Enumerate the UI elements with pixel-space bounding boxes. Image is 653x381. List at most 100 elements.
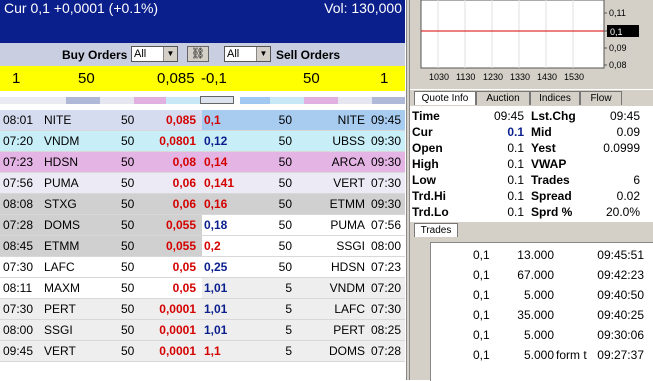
bid-size: 50: [121, 197, 135, 211]
bid-size: 50: [78, 70, 95, 87]
level-swatch: [134, 97, 166, 104]
ask-market-maker: PUMA: [330, 218, 365, 232]
ask-time: 07:30: [370, 302, 401, 316]
order-book-row[interactable]: 08:45 ETMM 50 0,055 0,2 50 SSGI 08:00: [0, 236, 405, 257]
ask-price: 0,18: [204, 218, 228, 232]
ask-market-maker: UBSS: [332, 134, 365, 148]
bid-time: 08:11: [3, 281, 33, 295]
current-price-marker-label: 0,1: [610, 27, 623, 37]
ask-price: 0,25: [204, 260, 228, 274]
bid-count: 1: [12, 70, 21, 87]
quote-label: Yest: [531, 141, 556, 155]
ask-market-maker: HDSN: [330, 260, 365, 274]
level-swatch: [270, 97, 304, 104]
sell-filter-value: All: [227, 48, 240, 60]
tab-indices[interactable]: Indices: [530, 91, 580, 105]
link-chain-icon[interactable]: ⛓: [187, 46, 209, 62]
x-tick-label: 1530: [564, 72, 584, 82]
quote-label: Sprd %: [531, 205, 573, 219]
ask-market-maker: PERT: [333, 323, 365, 337]
ask-cell-group: 1,01 5 VNDM 07:20: [202, 278, 405, 298]
level-swatch: [0, 97, 66, 104]
trade-price: 0,1: [473, 328, 490, 342]
quote-label: Trades: [531, 173, 570, 187]
level-swatch: [166, 97, 200, 104]
level-swatch: [240, 97, 270, 104]
quote-info-row: Trd.Lo 0.1 Sprd % 20.0%: [410, 204, 653, 220]
plot-area: [420, 0, 605, 69]
bid-price: 0,0801: [159, 134, 196, 148]
bid-size: 50: [121, 260, 135, 274]
ask-time: 08:00: [370, 239, 401, 253]
x-tick-label: 1330: [510, 72, 530, 82]
ask-cell-group: 0,2 50 SSGI 08:00: [202, 236, 405, 256]
order-book-row[interactable]: 09:45 VERT 50 0,0001 1,1 5 DOMS 07:28: [0, 341, 405, 362]
ask-cell-group: 0,16 50 ETMM 09:30: [202, 194, 405, 214]
ask-market-maker: VNDM: [329, 281, 365, 295]
bid-cell-group: 07:20 VNDM 50 0,0801: [0, 131, 202, 151]
bid-size: 50: [121, 134, 135, 148]
ask-cell-group: 0,12 50 UBSS 09:30: [202, 131, 405, 151]
order-book-row[interactable]: 07:30 LAFC 50 0,05 0,25 50 HDSN 07:23: [0, 257, 405, 278]
quote-header: Cur 0,1 +0,0001 (+0.1%) Vol: 130,000: [0, 0, 405, 43]
bid-time: 08:08: [3, 197, 34, 211]
quote-value: 0.0999: [603, 141, 640, 155]
bid-cell-group: 07:28 DOMS 50 0,055: [0, 215, 202, 235]
tab-quote-info[interactable]: Quote Info: [414, 91, 476, 105]
order-book-row[interactable]: 07:20 VNDM 50 0,0801 0,12 50 UBSS 09:30: [0, 131, 405, 152]
bid-cell-group: 08:11 MAXM 50 0,05: [0, 278, 202, 298]
bid-time: 07:30: [3, 302, 34, 316]
bid-time: 07:30: [3, 260, 34, 274]
order-book-row[interactable]: 07:56 PUMA 50 0,06 0,141 50 VERT 07:30: [0, 173, 405, 194]
bid-price: 0,08: [172, 155, 196, 169]
order-book-row[interactable]: 08:08 STXG 50 0,06 0,16 50 ETMM 09:30: [0, 194, 405, 215]
order-book-row[interactable]: 07:23 HDSN 50 0,08 0,14 50 ARCA 09:30: [0, 152, 405, 173]
chevron-down-icon: ▼: [163, 47, 177, 61]
tab-auction[interactable]: Auction: [476, 91, 530, 105]
order-book-row[interactable]: 07:28 DOMS 50 0,055 0,18 50 PUMA 07:56: [0, 215, 405, 236]
trade-size: 13.000: [517, 248, 554, 262]
ask-price: 0,16: [204, 197, 228, 211]
order-book-row[interactable]: 07:30 PERT 50 0,0001 1,01 5 LAFC 07:30: [0, 299, 405, 320]
buy-orders-label: Buy Orders: [62, 48, 128, 62]
quote-info-row: Open 0.1 Yest 0.0999: [410, 140, 653, 156]
bid-market-maker: VERT: [44, 344, 76, 358]
tab-trades[interactable]: Trades: [414, 223, 458, 237]
level-splitter[interactable]: [200, 96, 234, 104]
bid-price: 0,05: [172, 281, 196, 295]
bid-market-maker: LAFC: [44, 260, 75, 274]
sell-orders-label: Sell Orders: [276, 48, 341, 62]
order-book-row[interactable]: 08:00 SSGI 50 0,0001 1,01 5 PERT 08:25: [0, 320, 405, 341]
bid-market-maker: HDSN: [44, 155, 79, 169]
order-book-row[interactable]: 08:01 NITE 50 0,085 0,1 50 NITE 09:45: [0, 110, 405, 131]
quote-label: Open: [412, 141, 443, 155]
quote-label: Spread: [531, 189, 572, 203]
sell-filter-select[interactable]: All ▼: [224, 46, 271, 62]
trade-row: 0,1 13.000 09:45:51: [431, 246, 653, 266]
ask-market-maker: NITE: [337, 113, 365, 127]
trade-time: 09:42:23: [597, 268, 644, 282]
bid-time: 07:28: [3, 218, 34, 232]
buy-filter-select[interactable]: All ▼: [131, 46, 178, 62]
level-swatch: [100, 97, 134, 104]
bid-market-maker: NITE: [44, 113, 72, 127]
trade-size: 5.000: [523, 288, 554, 302]
ask-time: 09:30: [370, 197, 401, 211]
bid-cell-group: 08:00 SSGI 50 0,0001: [0, 320, 202, 340]
y-tick-label: 0,08: [609, 60, 627, 70]
order-book-row[interactable]: 08:11 MAXM 50 0,05 1,01 5 VNDM 07:20: [0, 278, 405, 299]
ask-cell-group: 1,01 5 LAFC 07:30: [202, 299, 405, 319]
ask-time: 09:30: [370, 155, 401, 169]
x-tick-label: 1030: [429, 72, 449, 82]
tab-flow[interactable]: Flow: [580, 91, 622, 105]
bid-size: 50: [121, 113, 135, 127]
x-tick-label: 1430: [537, 72, 557, 82]
bid-size: 50: [121, 218, 135, 232]
chevron-down-icon: ▼: [256, 47, 270, 61]
ask-time: 07:30: [370, 176, 401, 190]
bid-cell-group: 09:45 VERT 50 0,0001: [0, 341, 202, 361]
bid-cell-group: 08:08 STXG 50 0,06: [0, 194, 202, 214]
bid-market-maker: PERT: [44, 302, 76, 316]
trade-size: 5.000: [523, 348, 554, 362]
ask-price: 0,14: [204, 155, 228, 169]
